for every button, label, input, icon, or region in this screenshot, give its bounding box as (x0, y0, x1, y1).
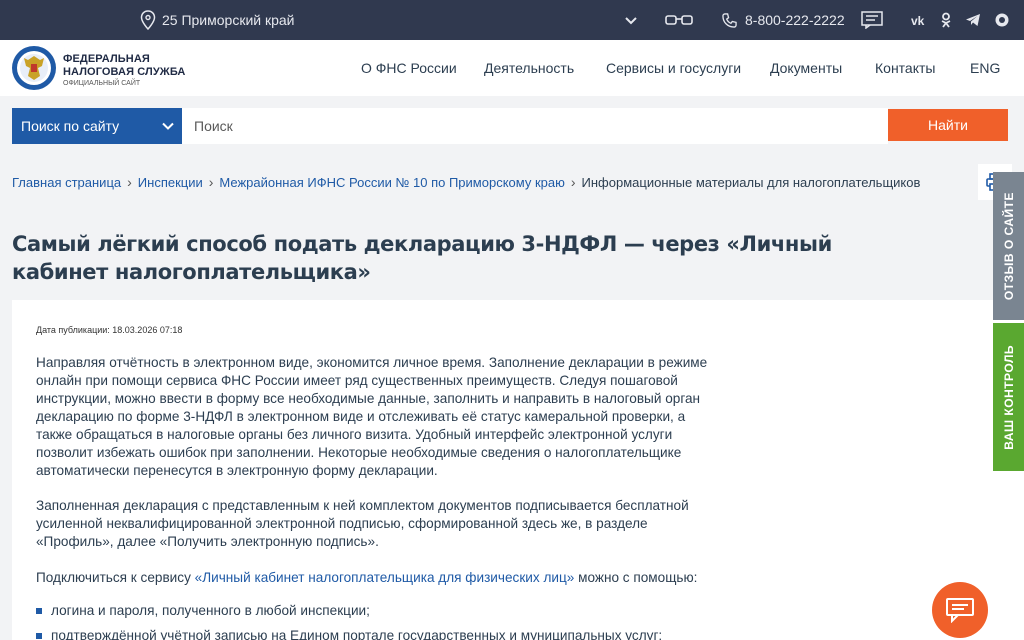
your-control-label: ВАШ КОНТРОЛЬ (1001, 344, 1016, 450)
page-title: Самый лёгкий способ подать декларацию 3-… (12, 232, 832, 284)
search-scope-label: Поиск по сайту (21, 118, 120, 134)
bullet-icon (36, 632, 42, 639)
search-bar: Поиск по сайту Найти (0, 96, 1024, 156)
chat-button[interactable] (932, 582, 988, 638)
visually-impaired-glasses-icon[interactable] (664, 12, 694, 28)
telegram-icon[interactable] (965, 12, 981, 28)
nav-documents[interactable]: Документы (770, 40, 842, 96)
paragraph-3-prefix: Подключиться к сервису (36, 570, 195, 585)
region-label: 25 Приморский край (162, 12, 295, 28)
publication-date: Дата публикации: 18.03.2026 07:18 (36, 325, 183, 335)
list-item-text: логина и пароля, полученного в любой инс… (51, 603, 370, 618)
location-pin-icon (140, 10, 156, 30)
odnoklassniki-icon[interactable] (938, 12, 954, 28)
search-button[interactable]: Найти (888, 109, 1008, 141)
hotline-phone[interactable]: 8-800-222-2222 (722, 0, 845, 40)
chat-bubble-icon (946, 598, 974, 623)
chevron-right-icon: › (208, 174, 214, 190)
max-messenger-icon[interactable] (994, 12, 1010, 28)
region-selector[interactable]: 25 Приморский край (140, 0, 295, 40)
article-paragraph-2: Заполненная декларация с представленным … (36, 498, 689, 549)
chevron-down-icon (162, 122, 174, 130)
site-header: ФЕДЕРАЛЬНАЯ НАЛОГОВАЯ СЛУЖБА ОФИЦИАЛЬНЫЙ… (0, 40, 1024, 96)
chevron-right-icon: › (127, 174, 132, 190)
top-bar: 25 Приморский край 8-800-222-2222 vk (0, 0, 1024, 40)
nav-activity[interactable]: Деятельность (484, 40, 574, 96)
svg-text:vk: vk (911, 14, 925, 28)
phone-number: 8-800-222-2222 (745, 12, 845, 28)
feedback-message-icon[interactable] (861, 11, 883, 29)
site-feedback-label: ОТЗЫВ О САЙТЕ (1001, 191, 1016, 301)
list-item-text: подтверждённой учётной записью на Едином… (51, 628, 663, 640)
search-input[interactable] (182, 108, 888, 144)
paragraph-3-suffix: можно с помощью: (574, 570, 698, 585)
logo-title-line1: ФЕДЕРАЛЬНАЯ (63, 53, 150, 65)
breadcrumb-current: Информационные материалы для налогоплате… (581, 174, 921, 190)
search-scope-select[interactable]: Поиск по сайту (12, 108, 182, 144)
chevron-down-icon[interactable] (624, 14, 638, 28)
logo-text[interactable]: ФЕДЕРАЛЬНАЯ НАЛОГОВАЯ СЛУЖБА ОФИЦИАЛЬНЫЙ… (63, 53, 185, 89)
nav-services[interactable]: Сервисы и госуслуги (606, 40, 741, 96)
site-feedback-tab[interactable]: ОТЗЫВ О САЙТЕ (993, 172, 1024, 320)
list-item: логина и пароля, полученного в любой инс… (36, 603, 370, 618)
breadcrumb-inspections[interactable]: Инспекции (138, 175, 203, 190)
chevron-right-icon: › (570, 174, 576, 190)
list-item: подтверждённой учётной записью на Едином… (36, 628, 662, 640)
phone-icon (722, 12, 737, 28)
fns-emblem-logo[interactable] (10, 44, 58, 92)
taxpayer-cabinet-link[interactable]: «Личный кабинет налогоплательщика для фи… (195, 570, 575, 585)
bullet-icon (36, 607, 42, 614)
breadcrumb-inspection-office[interactable]: Межрайонная ИФНС России № 10 по Приморск… (219, 175, 564, 190)
logo-subtitle: ОФИЦИАЛЬНЫЙ САЙТ (63, 80, 141, 87)
breadcrumb: Главная страница › Инспекции › Межрайонн… (12, 174, 920, 190)
article-paragraph-3: Подключиться к сервису «Личный кабинет н… (36, 569, 716, 587)
vk-icon[interactable]: vk (910, 12, 926, 28)
nav-contacts[interactable]: Контакты (875, 40, 935, 96)
your-control-tab[interactable]: ВАШ КОНТРОЛЬ (993, 323, 1024, 471)
article-content: Дата публикации: 18.03.2026 07:18 Направ… (12, 300, 1024, 640)
nav-english[interactable]: ENG (970, 40, 1000, 96)
breadcrumb-home[interactable]: Главная страница (12, 175, 121, 190)
nav-about[interactable]: О ФНС России (361, 40, 457, 96)
logo-title-line2: НАЛОГОВАЯ СЛУЖБА (63, 66, 186, 78)
article-paragraph-1: Направляя отчётность в электронном виде,… (36, 355, 708, 478)
